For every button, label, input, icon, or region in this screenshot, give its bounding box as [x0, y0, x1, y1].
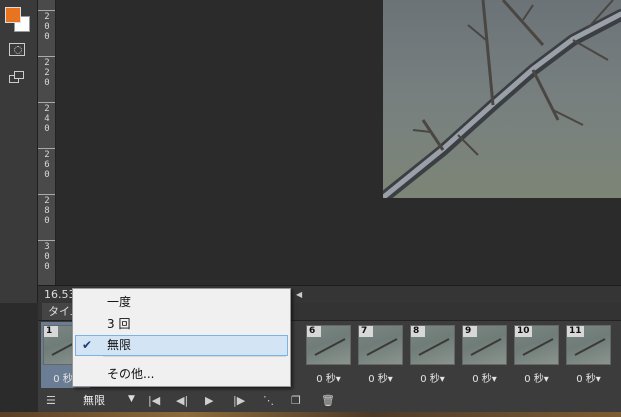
scroll-left-icon[interactable]: ◀ — [296, 290, 302, 299]
ruler-label: 280 — [44, 196, 50, 226]
loop-options-menu: 一度 3 回 ✔ 無限 その他... — [72, 288, 291, 387]
frame-number: 9 — [463, 326, 477, 337]
frame-number: 7 — [359, 326, 373, 337]
menu-item-label: その他... — [107, 367, 155, 381]
frame-8[interactable]: 8 0 秒▾ — [408, 322, 457, 388]
checkmark-icon: ✔ — [82, 338, 93, 352]
frame-number: 6 — [307, 326, 321, 337]
first-frame-icon[interactable]: |◀ — [148, 393, 160, 409]
ruler-label: 200 — [44, 12, 50, 42]
previous-frame-icon[interactable]: ◀| — [176, 393, 188, 409]
trash-icon[interactable]: 🗑 — [321, 393, 335, 409]
frame-11[interactable]: 11 0 秒▾ — [564, 322, 613, 388]
os-taskbar — [0, 412, 621, 417]
menu-item-label: 3 回 — [107, 317, 131, 331]
frame-6[interactable]: 6 0 秒▾ — [304, 322, 353, 388]
ruler-label: 260 — [44, 150, 50, 180]
frame-delay[interactable]: 0 秒▾ — [512, 370, 561, 385]
ruler-tick — [38, 102, 55, 103]
ruler-label: 220 — [44, 58, 50, 88]
frame-9[interactable]: 9 0 秒▾ — [460, 322, 509, 388]
quick-mask-icon[interactable] — [9, 43, 25, 56]
frame-number: 11 — [567, 326, 584, 337]
frame-delay[interactable]: 0 秒▾ — [304, 370, 353, 385]
foreground-color-front[interactable] — [5, 7, 21, 23]
convert-timeline-icon[interactable]: ☰ — [46, 393, 56, 409]
menu-item-label: 一度 — [107, 295, 132, 309]
ruler-label: 300 — [44, 242, 50, 272]
frame-number: 8 — [411, 326, 425, 337]
timeline-controls: ☰ 無限 ▼ |◀ ◀| ▶ |▶ ⋱ ❐ 🗑 — [38, 391, 621, 411]
ruler-tick — [38, 240, 55, 241]
frame-delay[interactable]: 0 秒▾ — [408, 370, 457, 385]
frame-delay[interactable]: 0 秒▾ — [564, 370, 613, 385]
tween-icon[interactable]: ⋱ — [263, 393, 274, 409]
duplicate-frame-icon[interactable]: ❐ — [291, 393, 301, 409]
menu-item-label: 無限 — [107, 338, 132, 352]
ruler-label: 240 — [44, 104, 50, 134]
vertical-ruler: 200 220 240 260 280 300 — [38, 0, 56, 303]
frame-7[interactable]: 7 0 秒▾ — [356, 322, 405, 388]
frame-number: 10 — [515, 326, 532, 337]
menu-item-once[interactable]: 一度 — [75, 292, 288, 313]
ruler-tick — [38, 56, 55, 57]
zoom-level[interactable]: 16.53 — [44, 288, 76, 301]
canvas-image[interactable] — [383, 0, 621, 198]
next-frame-icon[interactable]: |▶ — [233, 393, 245, 409]
screen-mode-icon[interactable] — [9, 71, 25, 85]
frame-number: 1 — [44, 326, 58, 337]
menu-separator — [103, 356, 286, 357]
ruler-tick — [38, 10, 55, 11]
chevron-down-icon[interactable]: ▼ — [128, 394, 135, 404]
frame-delay[interactable]: 0 秒▾ — [356, 370, 405, 385]
ruler-tick — [38, 148, 55, 149]
menu-item-other[interactable]: その他... — [75, 364, 288, 385]
ruler-tick — [38, 194, 55, 195]
branch-photo — [383, 0, 621, 198]
menu-item-forever[interactable]: ✔ 無限 — [75, 335, 288, 356]
play-icon[interactable]: ▶ — [205, 393, 213, 409]
frame-10[interactable]: 10 0 秒▾ — [512, 322, 561, 388]
frame-delay[interactable]: 0 秒▾ — [460, 370, 509, 385]
tools-panel — [0, 0, 38, 303]
menu-item-three-times[interactable]: 3 回 — [75, 314, 288, 335]
